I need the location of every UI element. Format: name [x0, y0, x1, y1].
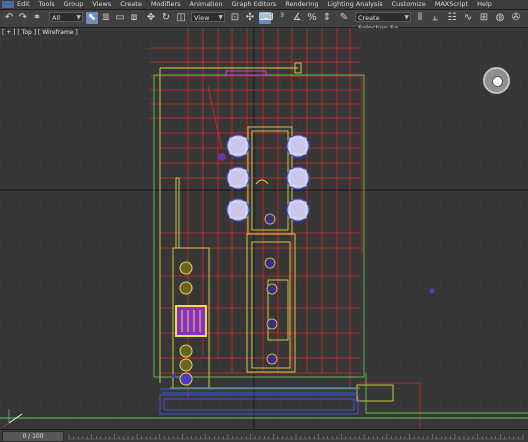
curve-editor-icon[interactable]: ∿ [462, 12, 474, 24]
viewport-label[interactable]: [ + ] [ Top ] [ Wireframe ] [2, 29, 78, 36]
chair-5 [286, 166, 310, 190]
chevron-down-icon: ▼ [218, 14, 223, 21]
select-and-rotate-icon[interactable]: ↻ [160, 12, 172, 24]
app-logo-icon[interactable] [2, 1, 14, 8]
align-icon[interactable]: ⫠ [429, 12, 441, 24]
chair-4 [286, 134, 310, 158]
menu-customize[interactable]: Customize [392, 0, 426, 9]
render-setup-icon[interactable]: ✇ [510, 12, 522, 24]
menu-graph-editors[interactable]: Graph Editors [232, 0, 277, 9]
select-object-icon[interactable]: ⬉ [86, 12, 98, 24]
viewcube-icon[interactable] [483, 67, 510, 94]
menu-views[interactable]: Views [92, 0, 111, 9]
select-link-icon[interactable]: ⚭ [31, 12, 43, 24]
selection-filter-dropdown[interactable]: All ▼ [49, 12, 83, 22]
menu-bar: Edit Tools Group Views Create Modifiers … [0, 0, 528, 10]
pivot-center-icon[interactable]: ⊡ [229, 12, 241, 24]
main-toolbar: ↶ ↷ ⚭ All ▼ ⬉ ≣ ▭ ⧈ ✥ ↻ ◫ View ▼ ⊡ ✣ ⌨ ³… [0, 10, 528, 32]
menu-lighting-analysis[interactable]: Lighting Analysis [327, 0, 382, 9]
menu-modifiers[interactable]: Modifiers [151, 0, 181, 9]
mirror-icon[interactable]: ⫴ [414, 12, 426, 24]
chevron-down-icon: ▼ [404, 14, 409, 21]
redo-icon[interactable]: ↷ [17, 12, 29, 24]
menu-help[interactable]: Help [477, 0, 492, 9]
reference-coordinate-dropdown[interactable]: View ▼ [191, 12, 225, 22]
select-and-move-icon[interactable]: ✥ [145, 12, 157, 24]
menu-group[interactable]: Group [64, 0, 84, 9]
percent-snap-icon[interactable]: % [306, 12, 318, 24]
chair-2 [226, 166, 250, 190]
reference-coordinate-value: View [194, 14, 210, 22]
spinner-snap-icon[interactable]: ⇕ [321, 12, 333, 24]
menu-maxscript[interactable]: MAXScript [435, 0, 468, 9]
chevron-down-icon: ▼ [76, 14, 81, 21]
angle-snap-icon[interactable]: ∡ [291, 12, 303, 24]
viewport-canvas [0, 28, 528, 429]
material-editor-icon[interactable]: ◍ [494, 12, 506, 24]
select-manipulate-icon[interactable]: ✣ [244, 12, 256, 24]
schematic-view-icon[interactable]: ⊞ [478, 12, 490, 24]
timeline-ruler[interactable] [68, 432, 524, 440]
undo-icon[interactable]: ↶ [3, 12, 15, 24]
snaps-toggle-icon[interactable]: ³ [276, 12, 288, 24]
menu-animation[interactable]: Animation [190, 0, 223, 9]
layer-manager-icon[interactable]: ☷ [446, 12, 458, 24]
menu-edit[interactable]: Edit [17, 0, 30, 9]
top-viewport[interactable]: [ + ] [ Top ] [ Wireframe ] [0, 28, 528, 429]
menu-rendering[interactable]: Rendering [285, 0, 318, 9]
window-crossing-icon[interactable]: ⧈ [128, 12, 140, 24]
time-slider-thumb[interactable]: 0 / 100 [2, 431, 64, 442]
chair-1 [226, 134, 250, 158]
minor-grid [0, 28, 528, 429]
named-selection-set-dropdown[interactable]: Create Selection Se ▼ [355, 12, 411, 32]
menu-create[interactable]: Create [120, 0, 142, 9]
chair-6 [286, 198, 310, 222]
selection-filter-value: All [52, 14, 61, 22]
edit-named-selection-icon[interactable]: ✎ [338, 12, 350, 24]
keyboard-shortcut-override-icon[interactable]: ⌨ [259, 12, 273, 24]
select-and-scale-icon[interactable]: ◫ [175, 12, 187, 24]
chair-3 [226, 198, 250, 222]
rectangular-selection-icon[interactable]: ▭ [114, 12, 126, 24]
time-slider-bar: 0 / 100 [0, 429, 528, 442]
menu-tools[interactable]: Tools [39, 0, 55, 9]
select-by-name-icon[interactable]: ≣ [100, 12, 112, 24]
